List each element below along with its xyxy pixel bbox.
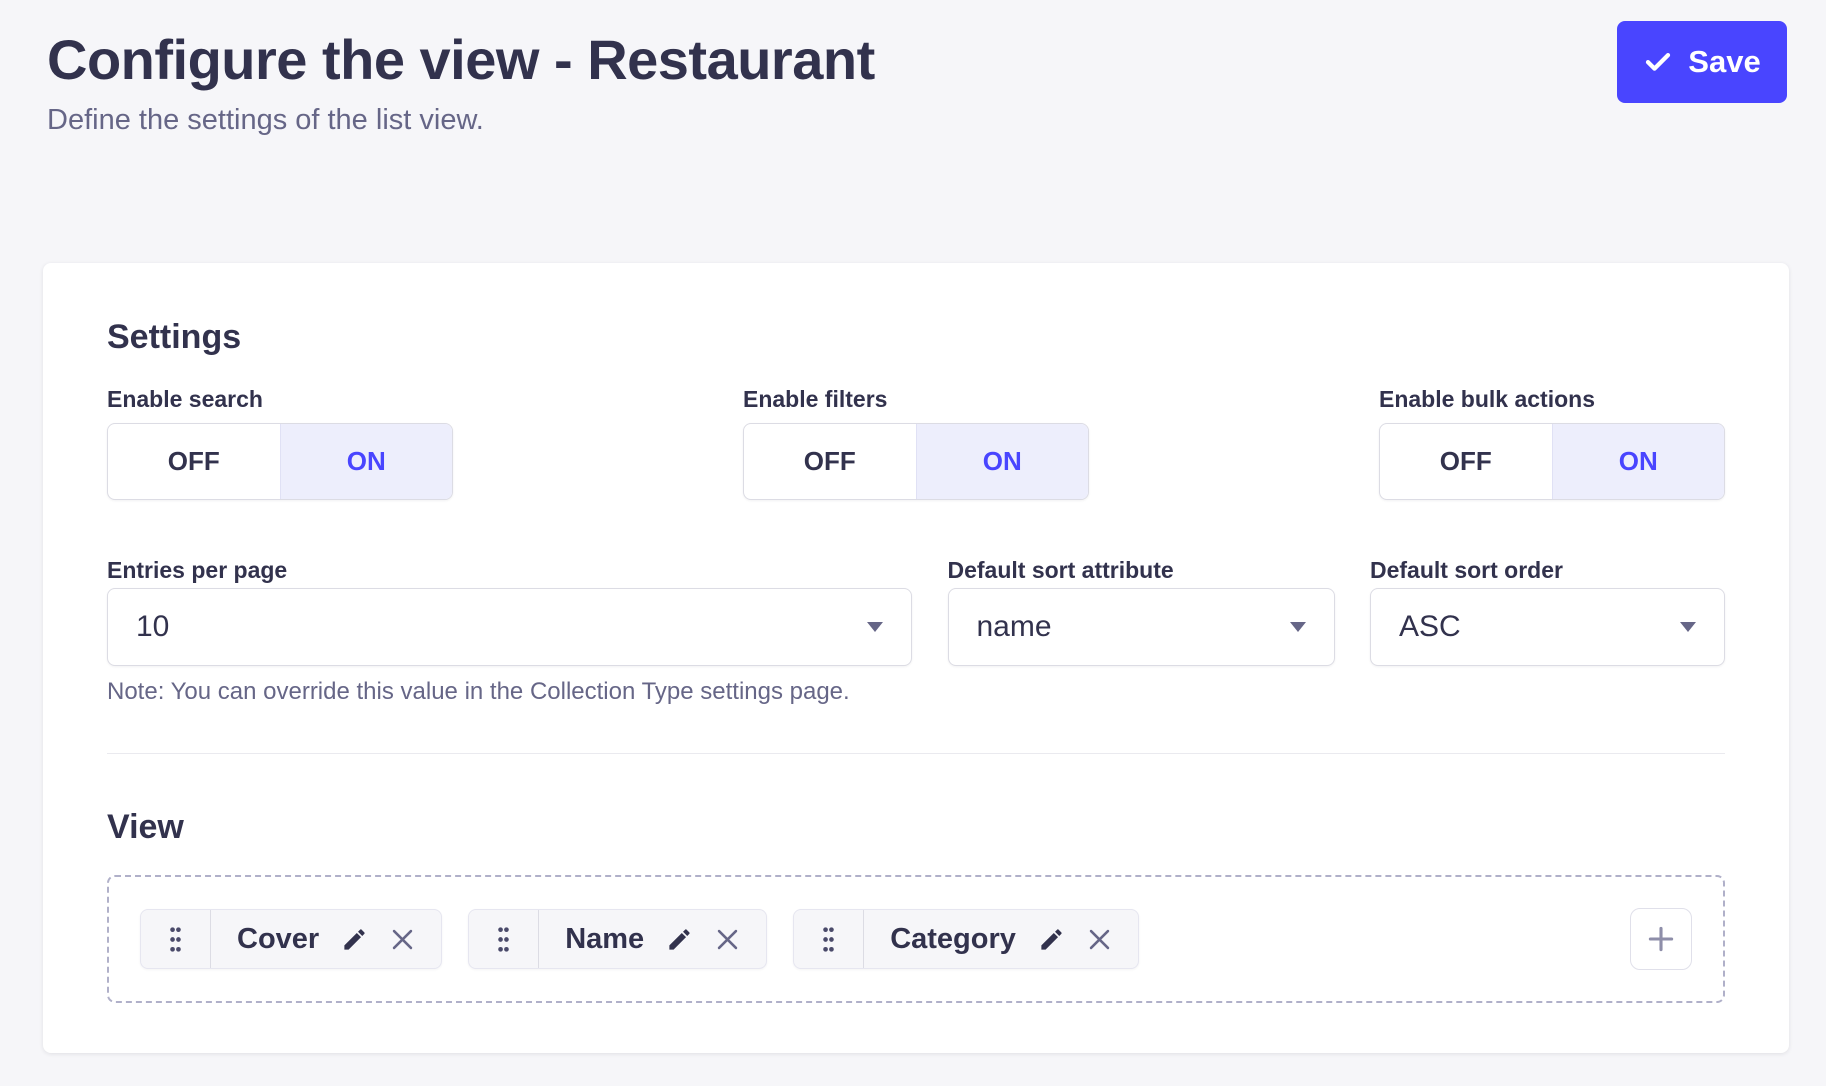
toggle-on-button[interactable]: ON [916,424,1089,499]
page-subtitle: Define the settings of the list view. [47,102,1786,138]
close-icon [1085,925,1114,954]
select-field: Entries per page 10 [107,556,912,666]
selects-row: Entries per page 10 Default sort attribu… [107,556,1725,666]
on-off-toggle: OFF ON [743,423,1089,500]
chevron-down-icon [1290,622,1306,632]
settings-card: Settings Enable search OFF ON Enable fil… [43,263,1789,1053]
toggle-field: Enable search OFF ON [107,385,453,500]
page-title: Configure the view - Restaurant [47,26,1786,94]
select-dropdown[interactable]: name [948,588,1335,666]
toggles-row: Enable search OFF ON Enable filters OFF … [107,385,1725,500]
edit-field-button[interactable] [341,926,368,953]
select-label: Entries per page [107,556,912,584]
select-value: ASC [1399,610,1461,644]
toggle-off-button[interactable]: OFF [744,424,916,499]
entries-note: Note: You can override this value in the… [107,678,1725,706]
remove-field-button[interactable] [388,925,417,954]
toggle-label: Enable bulk actions [1379,385,1725,413]
toggle-label: Enable filters [743,385,1089,413]
close-icon [713,925,742,954]
field-chip-label: Name [565,923,644,956]
drag-handle-icon[interactable] [141,910,211,968]
section-divider [107,753,1725,754]
plus-icon [1644,922,1678,956]
field-chip[interactable]: Name [468,909,767,969]
chevron-down-icon [867,622,883,632]
toggle-label: Enable search [107,385,453,413]
field-chips: Cover [140,909,1139,969]
page-header: Configure the view - Restaurant Define t… [0,0,1826,138]
toggle-field: Enable bulk actions OFF ON [1379,385,1725,500]
toggle-field: Enable filters OFF ON [743,385,1089,500]
on-off-toggle: OFF ON [1379,423,1725,500]
drag-handle-icon[interactable] [794,910,864,968]
field-chip[interactable]: Cover [140,909,442,969]
select-field: Default sort attribute name [948,556,1335,666]
edit-field-button[interactable] [666,926,693,953]
close-icon [388,925,417,954]
check-icon [1643,47,1673,77]
field-dropzone: Cover [107,875,1725,1003]
select-field: Default sort order ASC [1370,556,1725,666]
edit-field-button[interactable] [1038,926,1065,953]
drag-handle-icon[interactable] [469,910,539,968]
field-chip-label: Cover [237,923,319,956]
pencil-icon [1038,926,1065,953]
view-heading: View [107,806,1725,848]
toggle-on-button[interactable]: ON [280,424,453,499]
select-value: 10 [136,610,169,644]
save-button-label: Save [1688,44,1760,80]
field-chip[interactable]: Category [793,909,1139,969]
chevron-down-icon [1680,622,1696,632]
select-label: Default sort order [1370,556,1725,584]
remove-field-button[interactable] [713,925,742,954]
select-value: name [977,610,1052,644]
on-off-toggle: OFF ON [107,423,453,500]
pencil-icon [341,926,368,953]
pencil-icon [666,926,693,953]
select-dropdown[interactable]: ASC [1370,588,1725,666]
save-button[interactable]: Save [1617,21,1787,103]
select-dropdown[interactable]: 10 [107,588,912,666]
select-label: Default sort attribute [948,556,1335,584]
add-field-button[interactable] [1630,908,1692,970]
settings-heading: Settings [107,316,1725,358]
toggle-off-button[interactable]: OFF [1380,424,1552,499]
remove-field-button[interactable] [1085,925,1114,954]
toggle-off-button[interactable]: OFF [108,424,280,499]
field-chip-label: Category [890,923,1016,956]
toggle-on-button[interactable]: ON [1552,424,1725,499]
